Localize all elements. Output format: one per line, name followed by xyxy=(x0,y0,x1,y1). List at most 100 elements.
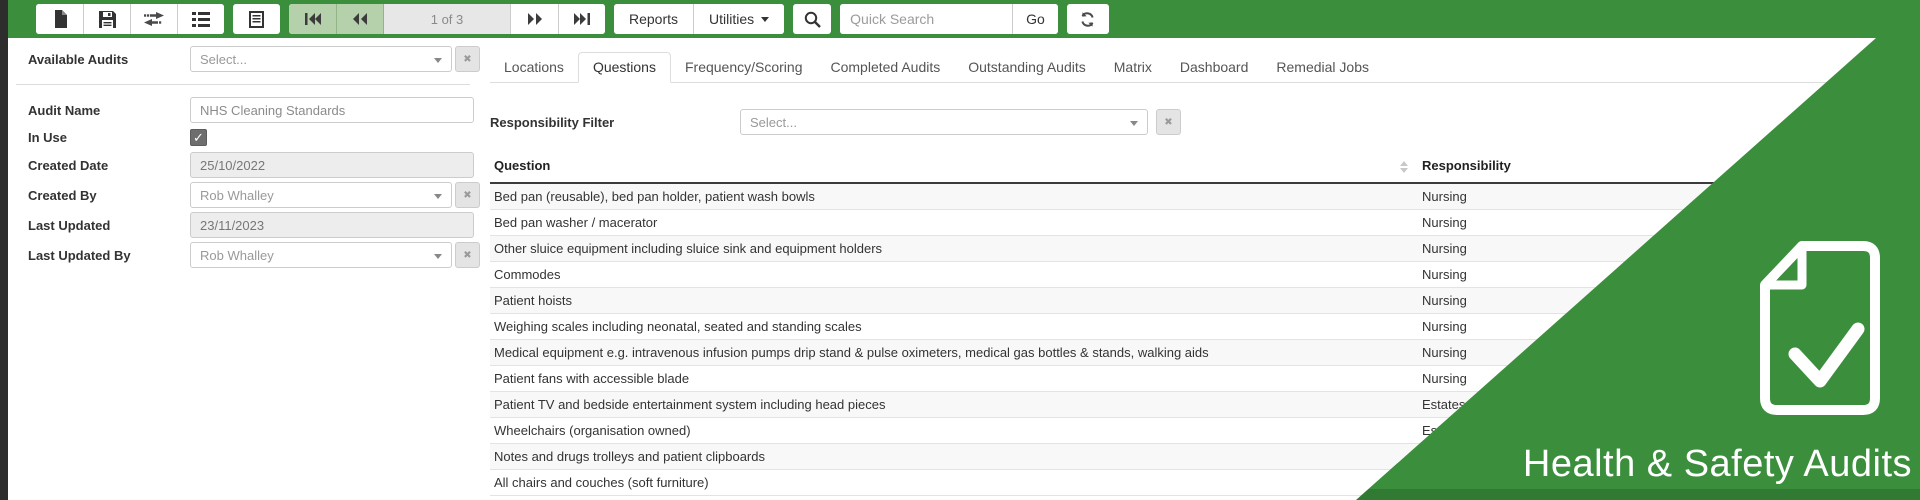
question-cell: Patient hoists xyxy=(490,287,1418,314)
audit-details-panel: Available Audits Select... ✖ Audit Name … xyxy=(0,38,480,500)
question-cell: Weighing scales including neonatal, seat… xyxy=(490,313,1418,340)
in-use-checkbox[interactable]: ✓ xyxy=(190,129,207,146)
page-indicator: 1 of 3 xyxy=(383,4,511,34)
tab-frequency-scoring[interactable]: Frequency/Scoring xyxy=(671,53,817,82)
reports-button[interactable]: Reports xyxy=(614,4,694,34)
audit-name-input[interactable] xyxy=(190,97,474,123)
created-by-row: Created By Rob Whalley ✖ xyxy=(28,182,480,208)
table-header-row: Question Responsibility xyxy=(490,152,1920,184)
last-updated-by-select[interactable]: Rob Whalley xyxy=(190,242,452,268)
new-record-icon xyxy=(54,10,67,28)
tab-questions[interactable]: Questions xyxy=(577,52,671,83)
responsibility-filter-placeholder: Select... xyxy=(750,114,797,130)
window-left-edge xyxy=(0,0,8,500)
utilities-label: Utilities xyxy=(709,11,755,27)
last-page-button[interactable] xyxy=(558,4,605,34)
created-by-select[interactable]: Rob Whalley xyxy=(190,182,452,208)
quick-search-input[interactable] xyxy=(840,4,1013,34)
question-cell: Medical equipment e.g. intravenous infus… xyxy=(490,339,1418,366)
save-button[interactable] xyxy=(83,4,130,34)
created-by-value: Rob Whalley xyxy=(200,187,274,203)
clear-icon[interactable]: ✖ xyxy=(1156,109,1181,135)
last-updated-row: Last Updated xyxy=(28,212,480,238)
question-cell: Other sluice equipment including sluice … xyxy=(490,235,1418,262)
transfer-button[interactable] xyxy=(130,4,177,34)
quick-search-box: Go xyxy=(840,4,1058,34)
form-view-button[interactable] xyxy=(233,4,280,34)
column-header-question[interactable]: Question xyxy=(490,152,1418,184)
question-cell: Notes and drugs trolleys and patient cli… xyxy=(490,443,1418,470)
audit-name-row: Audit Name xyxy=(28,97,480,123)
form-icon xyxy=(249,10,264,28)
tab-bar: Locations Questions Frequency/Scoring Co… xyxy=(490,52,1920,83)
responsibility-filter-row: Responsibility Filter Select... ✖ xyxy=(490,109,1920,135)
question-cell: Patient TV and bedside entertainment sys… xyxy=(490,391,1418,418)
question-header-label: Question xyxy=(494,158,551,173)
menus-group: Reports Utilities xyxy=(614,4,785,34)
chevron-down-icon xyxy=(1130,121,1138,126)
document-check-icon xyxy=(1760,241,1880,415)
first-page-icon xyxy=(304,13,321,25)
tab-matrix[interactable]: Matrix xyxy=(1100,53,1166,82)
previous-page-button[interactable] xyxy=(336,4,383,34)
utilities-menu-button[interactable]: Utilities xyxy=(693,4,785,34)
app-window: 1 of 3 Reports Utilities Go Av xyxy=(0,0,1920,500)
audit-name-label: Audit Name xyxy=(28,102,101,118)
responsibility-filter-select[interactable]: Select... xyxy=(740,109,1148,135)
clear-icon[interactable]: ✖ xyxy=(455,242,480,268)
question-cell: Wheelchairs (organisation owned) xyxy=(490,417,1418,444)
in-use-row: In Use ✓ xyxy=(28,129,480,146)
next-page-icon xyxy=(527,13,542,25)
go-button[interactable]: Go xyxy=(1012,4,1058,34)
toolbar: 1 of 3 Reports Utilities Go xyxy=(0,0,1920,38)
panel-divider xyxy=(16,84,470,85)
list-button[interactable] xyxy=(177,4,224,34)
refresh-button[interactable] xyxy=(1066,4,1109,34)
record-nav-group: 1 of 3 xyxy=(289,4,605,34)
created-date-input xyxy=(190,152,474,178)
available-audits-placeholder: Select... xyxy=(200,51,247,67)
question-cell: Bed pan (reusable), bed pan holder, pati… xyxy=(490,183,1418,210)
chevron-down-icon xyxy=(434,58,442,63)
question-cell: Bed pan washer / macerator xyxy=(490,209,1418,236)
record-actions-group xyxy=(36,4,224,34)
chevron-down-icon xyxy=(434,194,442,199)
question-cell: All chairs and couches (soft furniture) xyxy=(490,469,1418,496)
last-updated-by-row: Last Updated By Rob Whalley ✖ xyxy=(28,242,480,268)
created-date-row: Created Date xyxy=(28,152,480,178)
tab-outstanding-audits[interactable]: Outstanding Audits xyxy=(954,53,1100,82)
last-updated-by-label: Last Updated By xyxy=(28,247,131,263)
responsibility-filter-label: Responsibility Filter xyxy=(490,114,615,130)
reports-label: Reports xyxy=(629,11,679,27)
clear-icon[interactable]: ✖ xyxy=(455,46,480,72)
new-record-button[interactable] xyxy=(36,4,83,34)
created-date-label: Created Date xyxy=(28,157,109,173)
search-icon xyxy=(804,11,821,28)
clear-icon[interactable]: ✖ xyxy=(455,182,480,208)
overlay-title: Health & Safety Audits xyxy=(1522,443,1912,485)
last-updated-label: Last Updated xyxy=(28,217,111,233)
available-audits-row: Available Audits Select... ✖ xyxy=(28,46,480,72)
next-page-button[interactable] xyxy=(511,4,558,34)
refresh-icon xyxy=(1081,11,1094,27)
last-updated-by-value: Rob Whalley xyxy=(200,247,274,263)
previous-page-icon xyxy=(353,13,367,25)
available-audits-label: Available Audits xyxy=(28,51,129,67)
first-page-button[interactable] xyxy=(289,4,336,34)
question-cell: Patient fans with accessible blade xyxy=(490,365,1418,392)
save-icon xyxy=(98,10,116,28)
chevron-down-icon xyxy=(434,254,442,259)
search-button[interactable] xyxy=(793,4,832,34)
chevron-down-icon xyxy=(761,16,770,22)
transfer-icon xyxy=(144,12,164,26)
tab-remedial-jobs[interactable]: Remedial Jobs xyxy=(1262,53,1383,82)
sort-icon[interactable] xyxy=(1400,161,1408,173)
last-page-icon xyxy=(574,13,590,25)
list-icon xyxy=(192,11,210,27)
created-by-label: Created By xyxy=(28,187,97,203)
question-cell: Commodes xyxy=(490,261,1418,288)
tab-locations[interactable]: Locations xyxy=(490,53,578,82)
available-audits-select[interactable]: Select... xyxy=(190,46,452,72)
tab-completed-audits[interactable]: Completed Audits xyxy=(817,53,955,82)
tab-dashboard[interactable]: Dashboard xyxy=(1166,53,1263,82)
